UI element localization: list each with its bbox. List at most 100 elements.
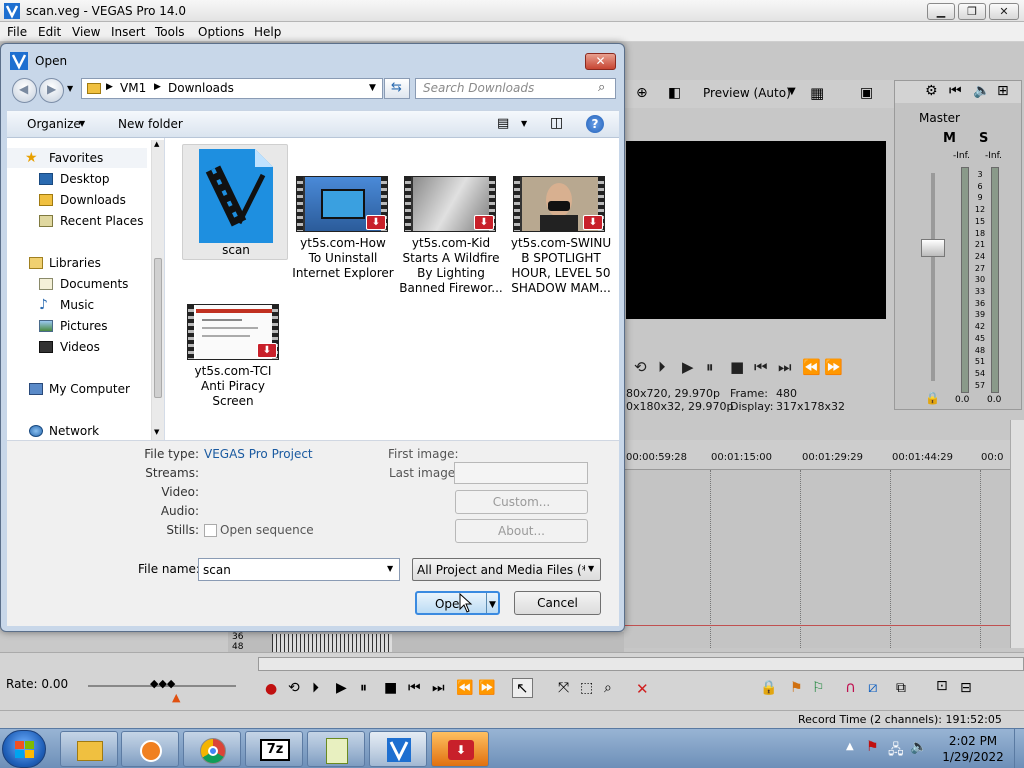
prev-frame-icon[interactable]: ⏮ <box>754 358 768 376</box>
selection-tool-icon[interactable]: ⬚ <box>580 680 593 696</box>
taskbar-vegas[interactable] <box>369 731 427 767</box>
file-item-scan[interactable]: scan <box>182 144 288 260</box>
taskbar-7zip[interactable]: 7z <box>245 731 303 767</box>
copy-snapshot-icon[interactable]: ▣ <box>860 85 873 101</box>
pause-icon[interactable]: ⏸ <box>706 358 714 376</box>
nav-documents[interactable]: Documents <box>7 274 147 294</box>
scrollbar-thumb[interactable] <box>154 258 162 398</box>
snapping-icon[interactable]: ∩ <box>845 678 856 696</box>
lock-icon[interactable]: 🔒 <box>925 391 940 405</box>
menu-tools[interactable]: Tools <box>155 25 185 39</box>
nav-downloads[interactable]: Downloads <box>7 190 147 210</box>
breadcrumb-downloads[interactable]: Downloads <box>168 81 234 95</box>
scroll-up-icon[interactable]: ▲ <box>154 140 159 148</box>
network-icon[interactable]: 🖧 <box>888 739 904 763</box>
menu-help[interactable]: Help <box>254 25 281 39</box>
close-button[interactable]: ✕ <box>989 3 1019 20</box>
loop-icon[interactable]: ⟲ <box>634 358 647 376</box>
speaker-icon[interactable]: 🔈 <box>973 83 990 99</box>
gear-icon[interactable]: ⚙ <box>925 83 938 99</box>
prev-frame-icon[interactable]: ⏪ <box>456 680 473 696</box>
dialog-close-button[interactable]: ✕ <box>585 53 616 70</box>
file-name-input[interactable]: scan ▼ <box>198 558 400 581</box>
new-folder-button[interactable]: New folder <box>118 117 183 131</box>
split-screen-icon[interactable]: ⊕ <box>636 85 648 101</box>
nav-network[interactable]: Network <box>7 421 147 441</box>
go-to-end-icon[interactable]: ⏭ <box>432 680 445 696</box>
preview-pane-icon[interactable]: ◫ <box>550 115 563 131</box>
routing-icon[interactable]: ⊞ <box>997 83 1009 99</box>
region-icon[interactable]: ⚐ <box>812 680 825 696</box>
auto-crossfade-icon[interactable]: ⧄ <box>868 678 878 696</box>
minimize-button[interactable]: ▁ <box>927 3 955 20</box>
chevron-down-icon[interactable]: ▼ <box>369 83 376 93</box>
change-view-icon[interactable]: ▤ <box>497 116 509 131</box>
menu-view[interactable]: View <box>72 25 100 39</box>
open-button[interactable]: Open ▼ <box>415 591 500 615</box>
play-icon[interactable]: ▶ <box>336 680 347 696</box>
loop-playback-icon[interactable]: ⟲ <box>288 680 300 696</box>
start-button[interactable] <box>2 730 46 768</box>
clock-time[interactable]: 2:02 PM <box>938 734 1008 748</box>
forward-button[interactable]: ▶ <box>39 78 64 103</box>
back-button[interactable]: ◀ <box>12 78 37 103</box>
chevron-down-icon[interactable]: ▼ <box>387 564 393 573</box>
last-image-field[interactable] <box>454 462 588 484</box>
navigation-scrollbar[interactable]: ▲ ▼ <box>151 140 164 440</box>
scroll-down-icon[interactable]: ▼ <box>154 428 159 436</box>
nav-favorites[interactable]: ★ Favorites <box>7 148 147 168</box>
maximize-button[interactable]: ❐ <box>958 3 986 20</box>
chevron-down-icon[interactable]: ▼ <box>521 119 527 128</box>
taskbar-downloader[interactable]: ⬇ <box>431 731 489 767</box>
show-desktop-button[interactable] <box>1014 729 1024 768</box>
stop-icon[interactable]: ■ <box>384 680 397 696</box>
clock-date[interactable]: 1/29/2022 <box>938 750 1008 764</box>
next-frame-icon[interactable]: ⏭ <box>778 358 792 376</box>
play-from-start-icon[interactable]: ⏵ <box>312 680 319 696</box>
file-type-filter-select[interactable]: All Project and Media Files (*.ve ▼ <box>412 558 601 581</box>
address-bar[interactable]: ▶ VM1 ▶ Downloads ▼ <box>81 78 383 99</box>
chevron-down-icon[interactable]: ▼ <box>588 564 594 573</box>
rate-slider-thumb[interactable]: ◆◆◆ <box>150 677 175 690</box>
menu-insert[interactable]: Insert <box>111 25 145 39</box>
breadcrumb-vm1[interactable]: VM1 <box>120 81 146 95</box>
rewind-icon[interactable]: ⏪ <box>802 358 821 376</box>
about-button[interactable]: About... <box>455 519 588 543</box>
chevron-down-icon[interactable]: ▼ <box>489 594 496 616</box>
solo-button[interactable]: S <box>979 131 988 146</box>
nav-videos[interactable]: Videos <box>7 337 147 357</box>
file-item-tci-anti-piracy[interactable]: ⬇ yt5s.com-TCI Anti Piracy Screen <box>181 296 285 420</box>
timeline-scrollbar[interactable] <box>1010 420 1024 648</box>
record-icon[interactable]: ● <box>265 681 277 697</box>
ripple-edit-icon[interactable]: ⧉ <box>896 680 906 696</box>
fast-forward-icon[interactable]: ⏩ <box>824 358 843 376</box>
nav-pictures[interactable]: Pictures <box>7 316 147 336</box>
ignore-grouping-icon[interactable]: ⊟ <box>960 680 972 696</box>
nav-desktop[interactable]: Desktop <box>7 169 147 189</box>
master-fader[interactable] <box>921 239 945 257</box>
chevron-down-icon[interactable]: ▼ <box>79 119 85 128</box>
pause-icon[interactable]: ⏸ <box>360 680 367 696</box>
help-icon[interactable]: ? <box>586 115 604 133</box>
file-item-swinub[interactable]: ⬇ yt5s.com-SWINU B SPOTLIGHT HOUR, LEVEL… <box>507 168 615 308</box>
taskbar-media-player[interactable] <box>121 731 179 767</box>
lock-envelopes-icon[interactable]: ⊡ <box>936 678 948 694</box>
refresh-button[interactable]: ⇆ <box>384 78 410 99</box>
volume-icon[interactable]: 🔈 <box>910 739 927 755</box>
delete-icon[interactable]: ✕ <box>636 680 649 698</box>
envelope-tool-icon[interactable]: ⤧ <box>558 680 569 696</box>
go-to-start-icon[interactable]: ⏮ <box>408 680 421 696</box>
play-from-start-icon[interactable]: ⏵ <box>658 358 666 376</box>
menu-file[interactable]: File <box>7 25 27 39</box>
menu-edit[interactable]: Edit <box>38 25 61 39</box>
horizontal-scrollbar[interactable] <box>258 657 1024 671</box>
play-icon[interactable]: ▶ <box>682 358 694 376</box>
preview-quality-select[interactable]: Preview (Auto) <box>703 86 791 100</box>
zoom-tool-icon[interactable]: ⌕ <box>604 680 612 696</box>
normal-edit-tool-icon[interactable]: ↖ <box>512 678 533 698</box>
search-downloads-box[interactable]: Search Downloads ⌕ <box>415 78 616 99</box>
nav-music[interactable]: ♪ Music <box>7 295 147 315</box>
custom-button[interactable]: Custom... <box>455 490 588 514</box>
lock-icon[interactable]: 🔒 <box>760 680 777 696</box>
chevron-down-icon[interactable]: ▼ <box>788 86 796 97</box>
